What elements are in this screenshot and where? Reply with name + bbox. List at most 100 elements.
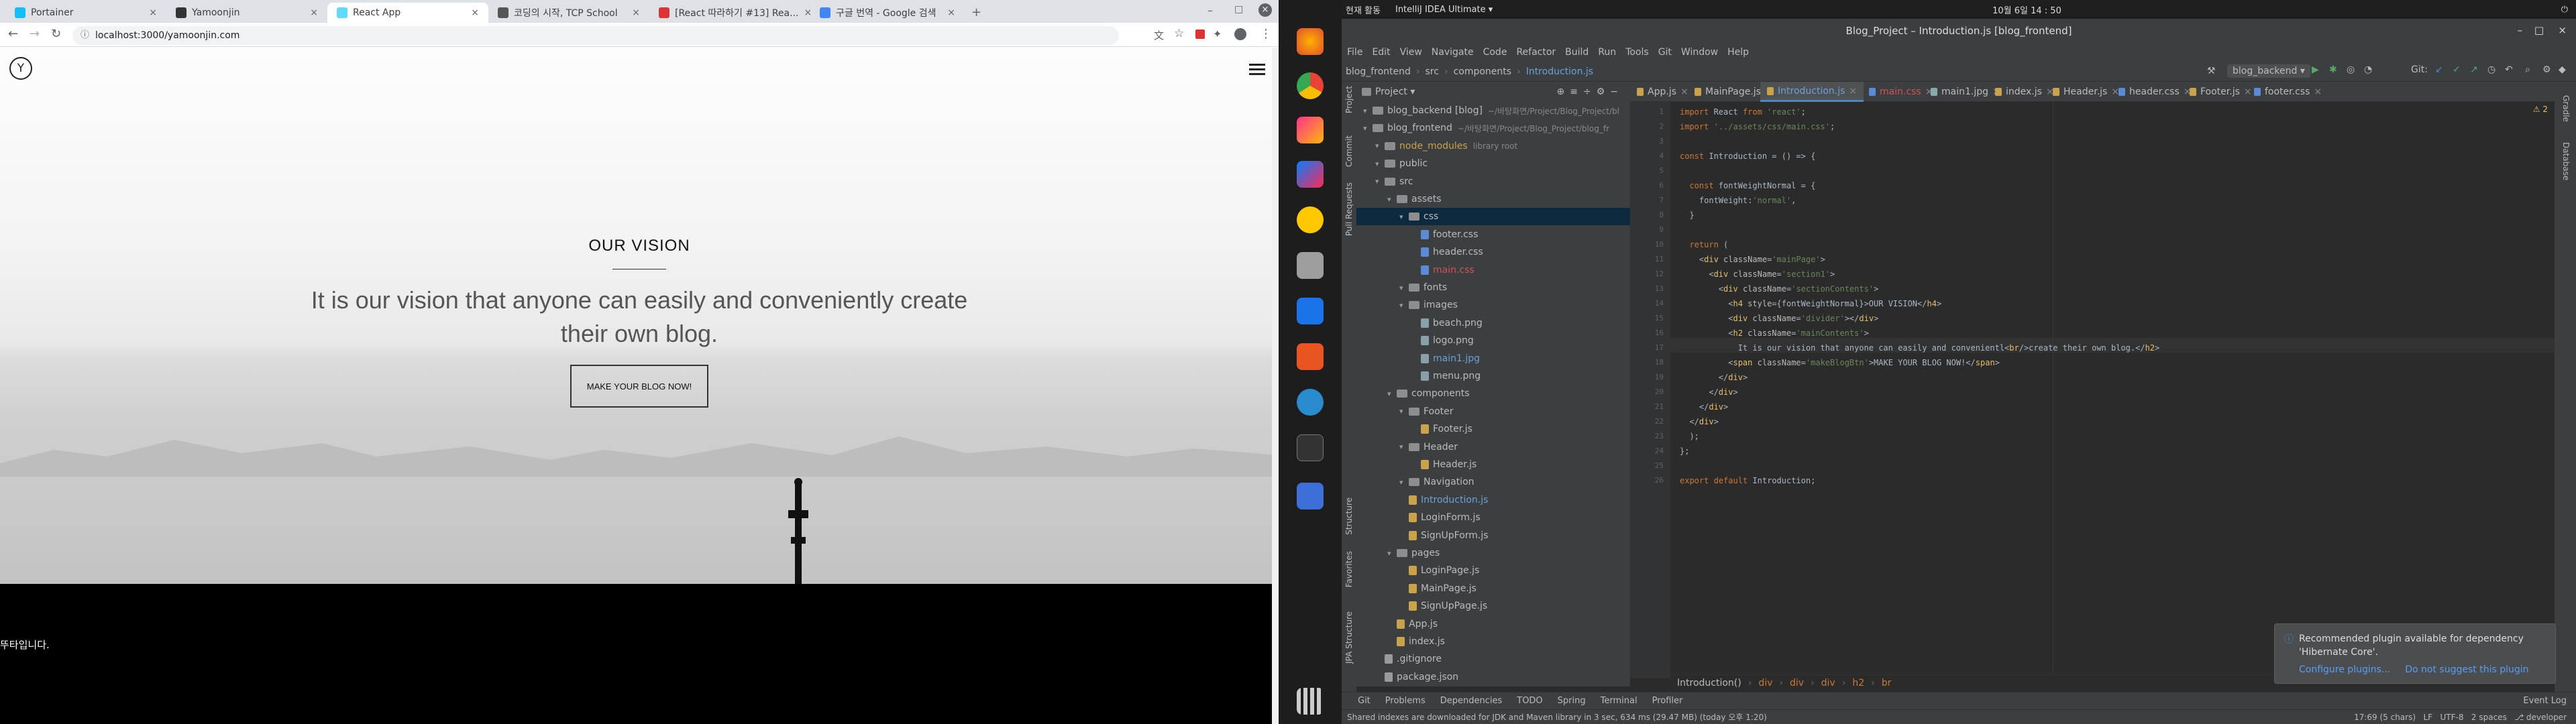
expand-arrow-icon[interactable]: ▾ <box>1399 442 1409 451</box>
menu-refactor[interactable]: Refactor <box>1516 47 1556 58</box>
activities-button[interactable]: 현재 활동 <box>1346 3 1381 16</box>
project-view-select[interactable]: Project ▾ <box>1375 86 1415 97</box>
extensions-puzzle-icon[interactable]: ✦ <box>1213 27 1222 40</box>
code-line[interactable]: }; <box>1680 444 1689 459</box>
tool-window-profiler[interactable]: Profiler <box>1652 696 1683 706</box>
hamburger-menu-icon[interactable] <box>1249 64 1265 75</box>
code-line[interactable]: </div> <box>1680 414 1718 429</box>
tree-item[interactable]: ▾ assets <box>1356 190 1630 208</box>
tree-item[interactable]: Introduction.js <box>1356 491 1630 509</box>
code-line[interactable]: } <box>1680 208 1694 223</box>
code-line[interactable]: <div className='sectionContents'> <box>1680 282 1878 296</box>
tree-item[interactable]: ▾ css <box>1356 208 1630 226</box>
tree-item[interactable]: ▾ node_modules library root <box>1356 137 1630 155</box>
run-config-select[interactable]: blog_backend ▾ <box>2227 64 2310 78</box>
menu-help[interactable]: Help <box>1727 47 1749 58</box>
expand-arrow-icon[interactable]: ▾ <box>1363 107 1373 115</box>
tree-item[interactable]: ▾ images <box>1356 296 1630 314</box>
expand-arrow-icon[interactable]: ▾ <box>1399 284 1409 292</box>
tree-item[interactable]: ▾ Footer <box>1356 403 1630 420</box>
tree-item[interactable]: ▾ src <box>1356 173 1630 190</box>
browser-tab[interactable]: [React 따라하기 #13] Rea... × <box>649 3 810 23</box>
nav-crumb[interactable]: blog_frontend <box>1346 66 1411 77</box>
structure-tool-tab[interactable]: Structure <box>1344 497 1354 535</box>
minimize-button[interactable]: – <box>1208 4 1213 17</box>
close-window-button[interactable]: × <box>1258 3 1272 17</box>
chrome-icon[interactable] <box>1297 72 1324 99</box>
code-line[interactable]: It is our vision that anyone can easily … <box>1680 341 2160 355</box>
tree-item[interactable]: LoginPage.js <box>1356 562 1630 579</box>
close-tab-icon[interactable]: × <box>804 7 810 18</box>
profile-avatar[interactable] <box>1234 28 1246 40</box>
nav-crumb[interactable]: src <box>1426 66 1439 77</box>
code-line[interactable]: ); <box>1680 429 1699 444</box>
screenshot-icon[interactable] <box>1297 483 1324 509</box>
expand-arrow-icon[interactable]: ▾ <box>1375 141 1385 150</box>
git-commit-icon[interactable]: ✓ <box>2453 64 2461 75</box>
close-tab-icon[interactable]: × <box>149 7 157 18</box>
menu-view[interactable]: View <box>1400 47 1422 58</box>
status-message[interactable]: Shared indexes are downloaded for JDK an… <box>1347 711 1767 723</box>
browser-tab[interactable]: React App × <box>327 3 488 23</box>
nav-crumb[interactable]: components <box>1454 66 1512 77</box>
software-center-icon[interactable] <box>1297 343 1324 370</box>
menu-window[interactable]: Window <box>1681 47 1718 58</box>
tool-window-todo[interactable]: TODO <box>1517 696 1542 706</box>
close-editor-tab-icon[interactable]: × <box>1849 86 1857 97</box>
tree-item[interactable]: ▾ blog_backend [blog] ~/바탕화면/Project/Blog_… <box>1356 102 1630 119</box>
warnings-indicator[interactable]: ⚠ 2 <box>2533 105 2548 114</box>
close-tab-icon[interactable]: × <box>947 7 955 18</box>
show-apps-icon[interactable] <box>1297 688 1324 715</box>
editor-tab[interactable]: App.js × <box>1630 82 1695 102</box>
tree-item[interactable]: ▾ pages <box>1356 544 1630 562</box>
code-line[interactable]: </div> <box>1680 400 1728 414</box>
editor-tab[interactable]: Introduction.js × <box>1760 82 1864 102</box>
code-line[interactable]: <span className='makeBlogBtn'>MAKE YOUR … <box>1680 355 2000 370</box>
expand-arrow-icon[interactable]: ▾ <box>1387 195 1397 204</box>
menu-tools[interactable]: Tools <box>1625 47 1649 58</box>
tree-item[interactable]: SignUpForm.js <box>1356 527 1630 544</box>
expand-arrow-icon[interactable]: ▾ <box>1399 478 1409 487</box>
menu-git[interactable]: Git <box>1658 47 1672 58</box>
debug-icon[interactable]: ✱ <box>2329 64 2337 75</box>
expand-arrow-icon[interactable]: ▾ <box>1363 124 1373 133</box>
tree-item[interactable]: logo.png <box>1356 332 1630 349</box>
tree-item[interactable]: header.css <box>1356 243 1630 261</box>
code-line[interactable]: const Introduction = () => { <box>1680 149 1815 164</box>
menu-build[interactable]: Build <box>1565 47 1589 58</box>
tree-item[interactable]: MainPage.js <box>1356 580 1630 597</box>
code-crumb[interactable]: Introduction() <box>1677 678 1741 688</box>
maximize-button[interactable]: □ <box>1234 4 1243 15</box>
ide-minimize-button[interactable]: – <box>2518 24 2523 36</box>
settings-icon[interactable]: ⚙ <box>2542 64 2551 75</box>
menu-file[interactable]: File <box>1347 47 1362 58</box>
jetbrains-toolbox-icon[interactable] <box>1297 117 1324 143</box>
tree-item[interactable]: index.js <box>1356 633 1630 650</box>
tree-item[interactable]: App.js <box>1356 615 1630 633</box>
intellij-icon[interactable] <box>1297 161 1324 188</box>
hammer-icon[interactable]: ⚒ <box>2207 66 2216 76</box>
close-tab-icon[interactable]: × <box>310 7 318 18</box>
nav-crumb[interactable]: Introduction.js <box>1526 66 1593 77</box>
tool-window-git[interactable]: Git <box>1358 696 1371 706</box>
code-line[interactable]: const fontWeightNormal = { <box>1680 178 1815 193</box>
dismiss-plugin-link[interactable]: Do not suggest this plugin <box>2405 664 2528 675</box>
ide-close-button[interactable]: × <box>2558 24 2567 36</box>
tool-window-problems[interactable]: Problems <box>1385 696 1426 706</box>
database-tool-tab[interactable]: Database <box>2561 142 2571 180</box>
bookmark-star-icon[interactable]: ☆ <box>1174 27 1184 40</box>
tool-window-dependencies[interactable]: Dependencies <box>1440 696 1503 706</box>
tree-item[interactable]: ▾ fonts <box>1356 279 1630 296</box>
code-line[interactable]: </div> <box>1680 370 1748 385</box>
jpa-structure-tool-tab[interactable]: JPA Structure <box>1344 611 1354 664</box>
history-icon[interactable]: ◷ <box>2487 64 2496 75</box>
back-icon[interactable]: ← <box>8 27 18 41</box>
code-line[interactable]: <h2 className='mainContents'> <box>1680 326 1869 341</box>
tree-item[interactable]: footer.css <box>1356 226 1630 243</box>
project-tool-tab[interactable]: Project <box>1344 86 1354 113</box>
tree-item[interactable]: ▾ components <box>1356 385 1630 402</box>
help-icon[interactable] <box>1297 389 1324 416</box>
expand-arrow-icon[interactable]: ▾ <box>1387 389 1397 398</box>
git-update-icon[interactable]: ↙ <box>2435 64 2443 75</box>
tool-window-spring[interactable]: Spring <box>1558 696 1586 706</box>
